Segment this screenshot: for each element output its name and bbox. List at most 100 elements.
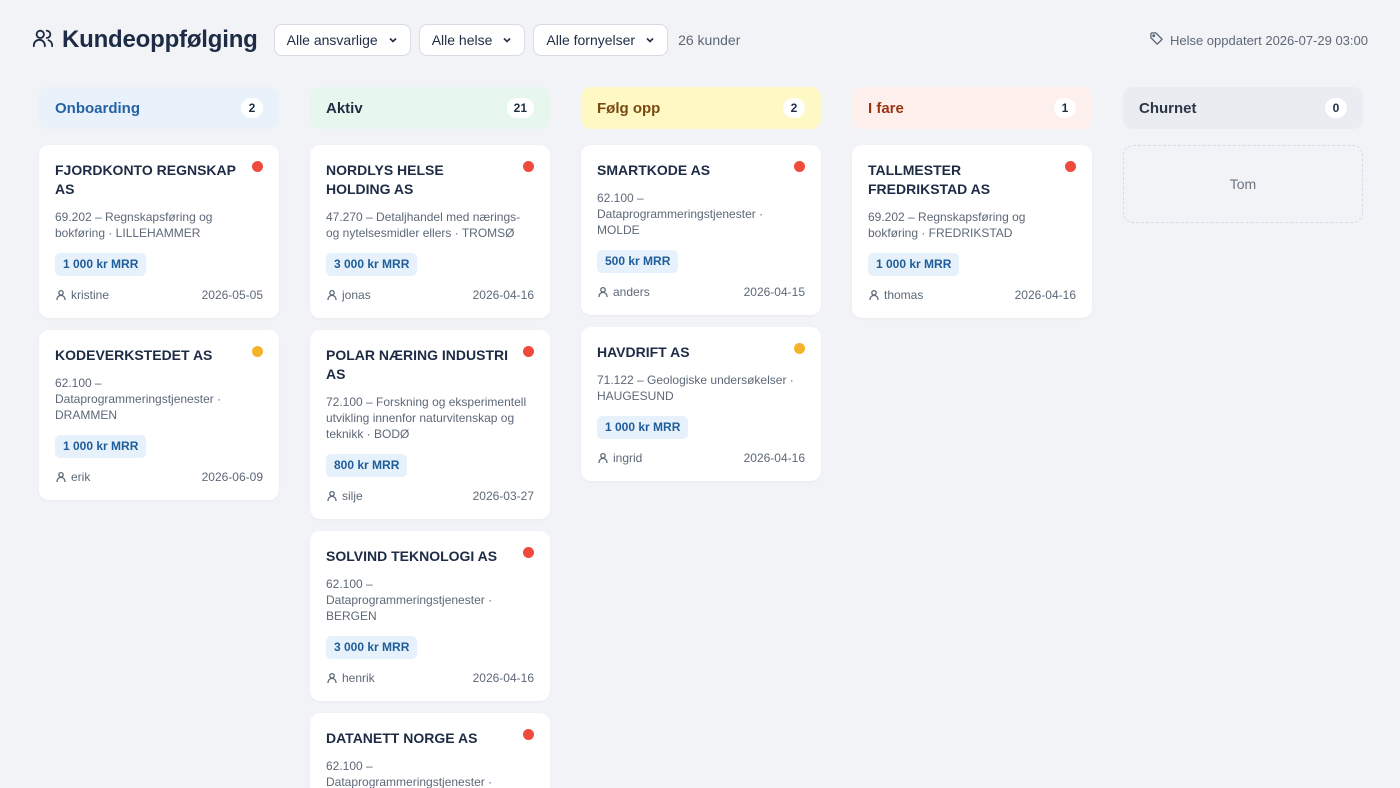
card-footer: erik 2026-06-09 — [55, 470, 263, 484]
customer-card[interactable]: DATANETT NORGE AS 62.100 – Dataprogrammer… — [310, 713, 550, 788]
health-status-dot — [1065, 161, 1076, 172]
customer-industry-location: 62.100 – Dataprogrammeringstjenester · M… — [597, 191, 764, 237]
card-date: 2026-05-05 — [201, 288, 263, 302]
mrr-badge: 1 000 kr MRR — [55, 435, 147, 458]
column-count-badge: 1 — [1054, 98, 1076, 118]
owner: anders — [597, 285, 650, 299]
filter-owner-dropdown[interactable]: Alle ansvarlige — [273, 24, 411, 56]
owner: silje — [326, 489, 363, 503]
owner: jonas — [326, 288, 371, 302]
card-date: 2026-04-16 — [472, 288, 534, 302]
owner-name: thomas — [884, 288, 924, 302]
card-date: 2026-04-16 — [743, 451, 805, 465]
kanban-board: Onboarding 2 FJORDKONTO REGNSKAP AS 69.202 … — [39, 87, 1363, 788]
user-icon — [326, 490, 338, 502]
customer-name: SOLVIND TEKNOLOGI AS — [326, 548, 498, 564]
user-icon — [868, 289, 880, 301]
filter-renewal-dropdown[interactable]: Alle fornyelser — [533, 24, 669, 56]
customer-count: 26 kunder — [678, 32, 741, 48]
owner-name: anders — [613, 285, 650, 299]
customer-industry-location: 62.100 – Dataprogrammeringstjenester · — [326, 759, 493, 788]
customer-industry-location: 71.122 – Geologiske undersøkelser · HAUG… — [597, 373, 794, 403]
column-header: Aktiv 21 — [310, 87, 550, 129]
owner-name: kristine — [71, 288, 110, 302]
customer-name: HAVDRIFT AS — [597, 344, 690, 360]
column-count-badge: 21 — [506, 98, 534, 118]
page-title: Kundeoppfølging — [62, 26, 258, 53]
column-header: I fare 1 — [852, 87, 1092, 129]
user-icon — [326, 672, 338, 684]
user-icon — [597, 452, 609, 464]
customer-industry-location: 62.100 – Dataprogrammeringstjenester · D… — [55, 376, 222, 422]
chevron-down-icon — [388, 32, 398, 48]
health-status-dot — [523, 547, 534, 558]
chevron-down-icon — [502, 32, 512, 48]
card-date: 2026-03-27 — [472, 489, 534, 503]
column-0: Onboarding 2 FJORDKONTO REGNSKAP AS 69.202 … — [39, 87, 279, 500]
owner-name: henrik — [342, 671, 375, 685]
user-icon — [597, 286, 609, 298]
health-status-dot — [794, 161, 805, 172]
filter-health-label: Alle helse — [431, 32, 493, 48]
customer-industry-location: 62.100 – Dataprogrammeringstjenester · B… — [326, 577, 493, 623]
customer-card[interactable]: SOLVIND TEKNOLOGI AS 62.100 – Dataprogram… — [310, 531, 550, 701]
card-date: 2026-04-16 — [472, 671, 534, 685]
health-status-dot — [523, 346, 534, 357]
customer-card[interactable]: TALLMESTER FREDRIKSTAD AS 69.202 – Regnsk… — [852, 145, 1092, 318]
owner-name: ingrid — [613, 451, 643, 465]
top-bar: Kundeoppfølging Alle ansvarlige Alle hel… — [0, 0, 1400, 80]
users-icon — [32, 27, 54, 54]
customer-card[interactable]: HAVDRIFT AS 71.122 – Geologiske undersøke… — [581, 327, 821, 481]
column-header: Følg opp 2 — [581, 87, 821, 129]
health-updated-status: Helse oppdatert 2026-07-29 03:00 — [1149, 31, 1368, 49]
mrr-badge: 3 000 kr MRR — [326, 636, 418, 659]
owner: kristine — [55, 288, 109, 302]
mrr-badge: 1 000 kr MRR — [597, 416, 689, 439]
customer-name: SMARTKODE AS — [597, 162, 711, 178]
filter-health-dropdown[interactable]: Alle helse — [418, 24, 526, 56]
column-title: I fare — [868, 99, 904, 117]
card-date: 2026-06-09 — [201, 470, 263, 484]
column-1: Aktiv 21 NORDLYS HELSE HOLDING AS 47.270 – … — [310, 87, 550, 788]
customer-name: POLAR NÆRING INDUSTRI AS — [326, 347, 508, 382]
column-header: Churnet 0 — [1123, 87, 1363, 129]
mrr-badge: 1 000 kr MRR — [55, 253, 147, 276]
owner: thomas — [868, 288, 923, 302]
customer-industry-location: 69.202 – Regnskapsføring og bokføring · … — [868, 210, 1026, 240]
card-footer: kristine 2026-05-05 — [55, 288, 263, 302]
mrr-badge: 500 kr MRR — [597, 250, 679, 273]
customer-industry-location: 47.270 – Detaljhandel med nærings- og ny… — [326, 210, 521, 240]
customer-card[interactable]: SMARTKODE AS 62.100 – Dataprogrammeringst… — [581, 145, 821, 315]
owner: henrik — [326, 671, 375, 685]
user-icon — [55, 471, 67, 483]
customer-card[interactable]: NORDLYS HELSE HOLDING AS 47.270 – Detaljh… — [310, 145, 550, 318]
card-footer: thomas 2026-04-16 — [868, 288, 1076, 302]
column-title: Følg opp — [597, 99, 661, 117]
mrr-badge: 3 000 kr MRR — [326, 253, 418, 276]
customer-card[interactable]: FJORDKONTO REGNSKAP AS 69.202 – Regnskaps… — [39, 145, 279, 318]
owner-name: erik — [71, 470, 91, 484]
card-footer: ingrid 2026-04-16 — [597, 451, 805, 465]
empty-column-placeholder: Tom — [1123, 145, 1363, 223]
mrr-badge: 800 kr MRR — [326, 454, 408, 477]
column-count-badge: 0 — [1325, 98, 1347, 118]
customer-name: FJORDKONTO REGNSKAP AS — [55, 162, 236, 197]
health-status-dot — [523, 161, 534, 172]
column-title: Aktiv — [326, 99, 363, 117]
health-updated-text: Helse oppdatert 2026-07-29 03:00 — [1169, 32, 1368, 48]
card-date: 2026-04-16 — [1014, 288, 1076, 302]
column-count-badge: 2 — [241, 98, 263, 118]
customer-card[interactable]: POLAR NÆRING INDUSTRI AS 72.100 – Forskni… — [310, 330, 550, 519]
column-4: Churnet 0 Tom — [1123, 87, 1363, 223]
owner-name: silje — [342, 489, 363, 503]
customer-card[interactable]: KODEVERKSTEDET AS 62.100 – Dataprogrammer… — [39, 330, 279, 500]
customer-industry-location: 69.202 – Regnskapsføring og bokføring · … — [55, 210, 213, 240]
filter-renewal-label: Alle fornyelser — [546, 32, 636, 48]
column-2: Følg opp 2 SMARTKODE AS 62.100 – Dataprogra… — [581, 87, 821, 481]
card-footer: jonas 2026-04-16 — [326, 288, 534, 302]
health-status-dot — [252, 346, 263, 357]
column-title: Churnet — [1139, 99, 1197, 117]
tag-icon — [1149, 31, 1164, 49]
health-status-dot — [252, 161, 263, 172]
card-footer: silje 2026-03-27 — [326, 489, 534, 503]
